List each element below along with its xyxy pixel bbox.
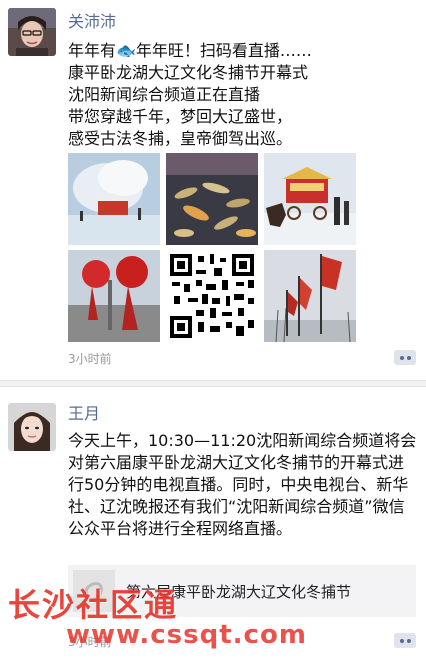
post-text: 今天上午，10:30—11:20沈阳新闻综合频道将会对第六届康平卧龙湖大辽文化冬… — [68, 431, 417, 538]
dot-icon — [406, 355, 411, 360]
dot-icon — [399, 355, 404, 360]
comment-more-button[interactable] — [394, 633, 416, 648]
moment-post-1: 关沛沛 年年有🐟年年旺！扫码看直播…… 康平卧龙湖大辽文化冬捕节开幕式 沈阳新闻… — [0, 0, 426, 380]
post-time: 3小时前 — [68, 352, 112, 366]
comment-more-button[interactable] — [394, 350, 416, 365]
shared-link-card[interactable]: 第六届康平卧龙湖大辽文化冬捕节 — [68, 565, 416, 617]
post-separator — [0, 380, 426, 387]
smoke-tent-photo[interactable] — [68, 153, 160, 245]
avatar[interactable] — [8, 8, 56, 56]
link-title: 第六届康平卧龙湖大辽文化冬捕节 — [126, 583, 352, 601]
moment-post-2: 王月 今天上午，10:30—11:20沈阳新闻综合频道将会对第六届康平卧龙湖大辽… — [0, 387, 426, 662]
author-name[interactable]: 王月 — [68, 404, 100, 424]
carriage-photo[interactable] — [264, 153, 356, 245]
author-name[interactable]: 关沛沛 — [68, 12, 116, 32]
dot-icon — [406, 638, 411, 643]
fish-catch-photo[interactable] — [166, 153, 258, 245]
dot-icon — [399, 638, 404, 643]
post-time: 3小时前 — [68, 635, 112, 649]
red-flags-photo[interactable] — [264, 250, 356, 342]
qr-code[interactable] — [166, 250, 258, 342]
red-flowers-photo[interactable] — [68, 250, 160, 342]
link-thumbnail-icon — [73, 570, 115, 612]
avatar[interactable] — [8, 403, 56, 451]
post-text: 年年有🐟年年旺！扫码看直播…… 康平卧龙湖大辽文化冬捕节开幕式 沈阳新闻综合频道… — [68, 41, 312, 148]
